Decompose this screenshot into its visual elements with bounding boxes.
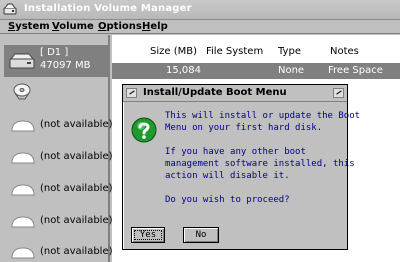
volume-item[interactable]: (not available): [4, 115, 113, 135]
volume-item[interactable]: (not available): [4, 211, 113, 231]
dialog-title-bar[interactable]: Install/Update Boot Menu: [123, 85, 347, 102]
cd-drive-icon[interactable]: [12, 81, 32, 101]
volume-name: [ D1 ]: [40, 47, 69, 58]
removable-drive-icon: [11, 120, 35, 132]
menu-options[interactable]: Options: [98, 21, 142, 32]
dialog-title: Install/Update Boot Menu: [143, 87, 287, 98]
volume-item-label: (not available): [40, 215, 113, 226]
volume-item-label: (not available): [40, 151, 113, 162]
cell-size: 15,084: [166, 65, 201, 76]
volume-item-label: (not available): [40, 119, 113, 130]
dialog-message-line: management software installed, this: [165, 159, 355, 169]
dialog-message-line: Do you wish to proceed?: [165, 195, 290, 205]
drive-icon[interactable]: [3, 3, 17, 16]
column-header[interactable]: Notes: [330, 46, 359, 57]
dialog-message-line: If you have any other boot: [165, 147, 306, 157]
table-row[interactable]: 15,084 None Free Space: [112, 63, 400, 79]
column-header[interactable]: Type: [278, 46, 301, 57]
cell-notes: Free Space: [328, 65, 383, 76]
dialog-message-line: action will disable it.: [165, 171, 290, 181]
hard-disk-icon: [9, 53, 35, 69]
volume-item-label: (not available): [40, 246, 113, 257]
dialog-maximize-button[interactable]: [333, 88, 344, 98]
volume-size: 47097 MB: [40, 60, 91, 71]
volume-item-label: (not available): [40, 183, 113, 194]
removable-drive-icon: [11, 184, 35, 196]
boot-menu-dialog: Install/Update Boot Menu This will insta…: [122, 84, 360, 250]
dialog-message-line: Menu on your first hard disk.: [165, 123, 323, 133]
dialog-message-line: This will install or update the Boot: [165, 111, 361, 121]
question-icon: [131, 117, 157, 143]
removable-drive-icon: [11, 247, 35, 259]
title-bar[interactable]: Installation Volume Manager: [0, 0, 400, 20]
window-title: Installation Volume Manager: [24, 3, 192, 14]
removable-drive-icon: [11, 216, 35, 228]
volume-item[interactable]: (not available): [4, 242, 113, 262]
app-window: Installation Volume Manager System Volum…: [0, 0, 400, 262]
volume-panel: [ D1 ] 47097 MB (not available) (not ava…: [0, 35, 113, 262]
menu-system[interactable]: System: [8, 21, 50, 32]
volume-item[interactable]: (not available): [4, 147, 113, 167]
yes-button[interactable]: Yes: [131, 227, 165, 243]
dialog-system-menu-button[interactable]: [126, 88, 137, 98]
removable-drive-icon: [11, 152, 35, 164]
table-header: Size (MB) File System Type Notes: [112, 35, 400, 63]
column-header[interactable]: File System: [206, 46, 263, 57]
cell-type: None: [278, 65, 305, 76]
column-header[interactable]: Size (MB): [150, 46, 197, 57]
no-button[interactable]: No: [183, 227, 219, 243]
volume-item[interactable]: (not available): [4, 179, 113, 199]
menu-help[interactable]: Help: [142, 21, 168, 32]
menu-volume[interactable]: Volume: [52, 21, 94, 32]
selected-volume[interactable]: [ D1 ] 47097 MB: [4, 45, 108, 77]
menu-bar: System Volume Options Help: [0, 20, 400, 34]
